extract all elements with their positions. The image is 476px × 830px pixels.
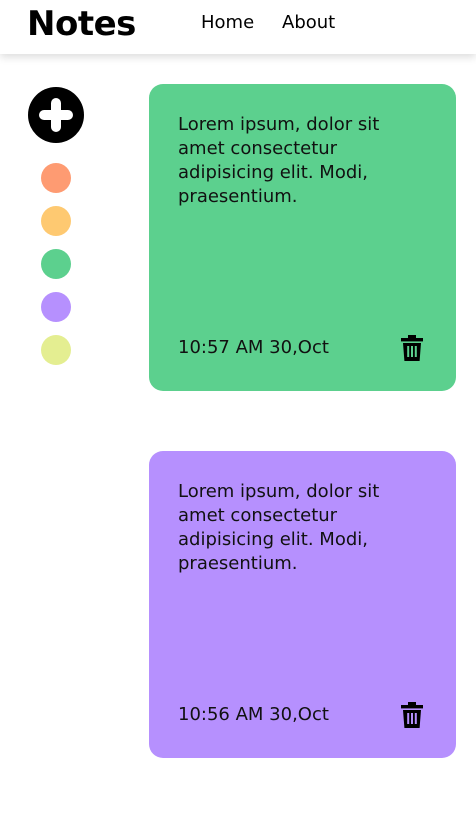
navbar: Notes Home About [0,0,476,54]
color-option-lime[interactable] [41,335,71,365]
color-option-green[interactable] [41,249,71,279]
color-option-yellow[interactable] [41,206,71,236]
note-card: Lorem ipsum, dolor sit amet consectetur … [149,451,456,758]
note-timestamp: 10:56 AM 30,Oct [178,704,329,725]
brand-logo[interactable]: Notes [27,3,136,45]
note-card: Lorem ipsum, dolor sit amet consectetur … [149,84,456,391]
note-text[interactable]: Lorem ipsum, dolor sit amet consectetur … [178,480,418,576]
note-text[interactable]: Lorem ipsum, dolor sit amet consectetur … [178,113,418,209]
trash-icon[interactable] [401,702,423,728]
color-option-purple[interactable] [41,292,71,322]
plus-circle-icon[interactable] [28,87,84,143]
nav-link-home[interactable]: Home [201,12,254,34]
trash-icon[interactable] [401,335,423,361]
note-timestamp: 10:57 AM 30,Oct [178,337,329,358]
color-option-orange[interactable] [41,163,71,193]
nav-link-about[interactable]: About [282,12,335,34]
